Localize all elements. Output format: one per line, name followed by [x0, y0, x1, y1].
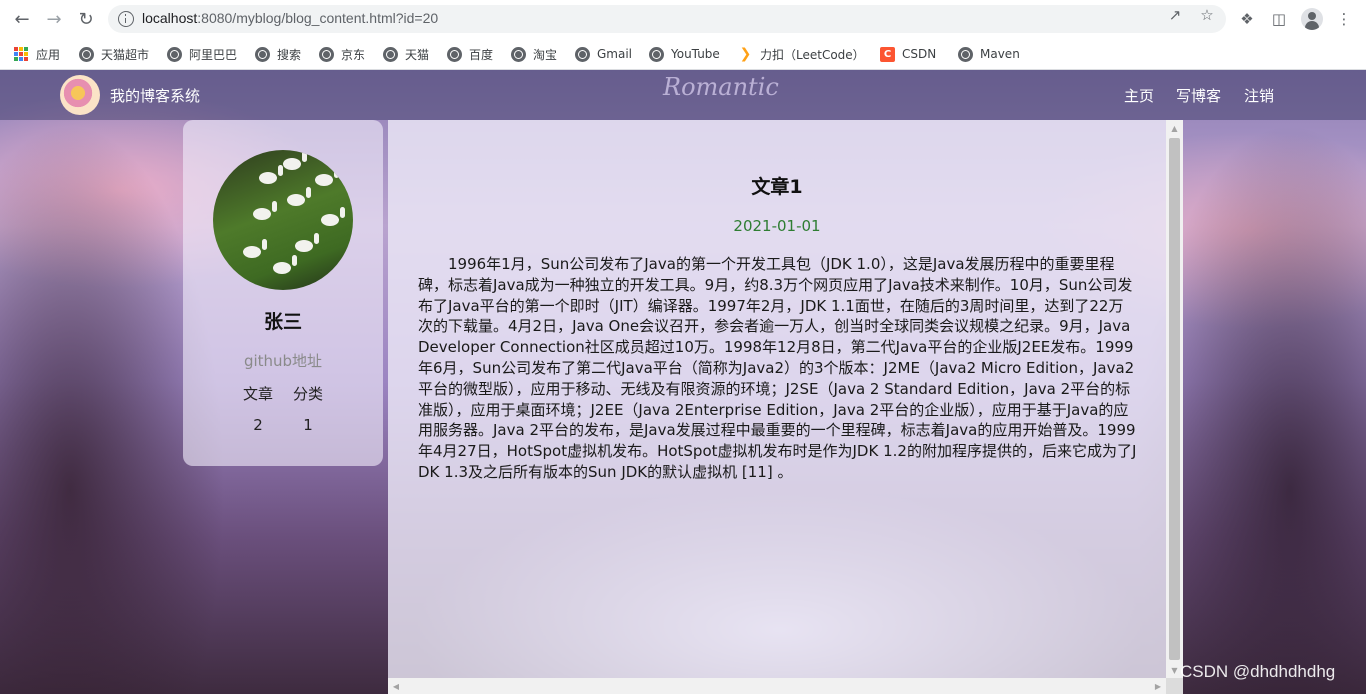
side-panel-icon[interactable]: ◫ [1269, 9, 1289, 29]
bookmark-label: CSDN [902, 47, 937, 61]
globe-icon [958, 46, 973, 62]
bookmark-label: 淘宝 [533, 47, 558, 62]
url-host: localhost [142, 10, 198, 26]
bookmark-search[interactable]: 搜索 [255, 44, 301, 64]
bookmark-label: 搜索 [277, 47, 302, 62]
scroll-right-arrow-icon[interactable]: ▶ [1150, 678, 1166, 694]
bookmark-label: 百度 [469, 47, 494, 62]
bookmark-label: 天猫 [405, 47, 430, 62]
site-logo [60, 75, 100, 115]
vertical-scroll-thumb[interactable] [1169, 138, 1180, 660]
bookmark-label: Gmail [597, 47, 633, 61]
goose-shape [273, 255, 297, 274]
bookmark-jd[interactable]: 京东 [319, 44, 365, 64]
address-bar[interactable]: localhost:8080/myblog/blog_content.html?… [108, 5, 1226, 33]
bookmark-apps[interactable]: 应用 [14, 44, 60, 64]
globe-icon [575, 46, 590, 62]
goose-shape [321, 207, 345, 226]
browser-toolbar: ← → ↻ localhost:8080/myblog/blog_content… [0, 0, 1366, 38]
bookmarks-bar: 应用 天猫超市 阿里巴巴 搜索 京东 天猫 百度 淘宝 Gmail YouTub… [0, 38, 1366, 70]
stat-label-categories: 分类 [292, 385, 323, 403]
reload-icon[interactable]: ↻ [74, 7, 98, 31]
globe-icon [447, 46, 462, 62]
apps-grid-icon [14, 46, 29, 62]
stat-label-articles: 文章 [242, 385, 273, 403]
nav-link-write-blog[interactable]: 写博客 [1176, 85, 1221, 106]
bookmark-taobao[interactable]: 淘宝 [511, 44, 557, 64]
github-link[interactable]: github地址 [183, 350, 383, 371]
globe-icon [319, 46, 334, 62]
site-info-icon[interactable] [118, 11, 134, 27]
goose-shape [259, 165, 283, 184]
bookmark-star-icon[interactable]: ☆ [1198, 6, 1216, 24]
csdn-watermark: CSDN @dhdhdhdhg [1180, 662, 1336, 681]
address-url[interactable]: localhost:8080/myblog/blog_content.html?… [142, 10, 438, 26]
site-navbar: 我的博客系统 Romantic 主页 写博客 注销 [0, 70, 1366, 120]
bookmark-label: YouTube [671, 47, 720, 61]
bookmark-leetcode[interactable]: ❯ 力扣（LeetCode） [738, 44, 865, 64]
user-name: 张三 [263, 311, 302, 333]
article-card: 文章1 2021-01-01 1996年1月，Sun公司发布了Java的第一个开… [388, 120, 1183, 694]
extensions-puzzle-icon[interactable]: ❖ [1237, 9, 1257, 29]
globe-icon [255, 46, 270, 62]
bookmark-alibaba[interactable]: 阿里巴巴 [167, 44, 237, 64]
csdn-icon: C [880, 46, 895, 62]
goose-shape [253, 201, 277, 220]
bookmark-label: 力扣（LeetCode） [760, 47, 865, 62]
bookmark-tmall-market[interactable]: 天猫超市 [79, 44, 149, 64]
globe-icon [511, 46, 526, 62]
menu-kebab-icon[interactable]: ⋮ [1334, 9, 1354, 29]
back-arrow-icon[interactable]: ← [10, 7, 34, 31]
stat-value-categories: 1 [303, 416, 313, 434]
article-title: 文章1 [751, 176, 803, 198]
bookmark-label: Maven [980, 47, 1020, 61]
bookmark-gmail[interactable]: Gmail [575, 44, 632, 64]
user-avatar [213, 150, 353, 290]
globe-icon [383, 46, 398, 62]
article-date: 2021-01-01 [733, 217, 821, 235]
bookmark-label: 阿里巴巴 [189, 47, 238, 62]
globe-icon [167, 46, 182, 62]
bookmark-label: 应用 [36, 47, 61, 62]
profile-avatar-icon[interactable] [1301, 8, 1323, 30]
globe-icon [649, 46, 664, 62]
forward-arrow-icon[interactable]: → [42, 7, 66, 31]
bookmark-label: 天猫超市 [101, 47, 150, 62]
nav-link-logout[interactable]: 注销 [1244, 85, 1274, 106]
nav-link-home[interactable]: 主页 [1124, 85, 1154, 106]
url-path: :8080/myblog/blog_content.html?id=20 [197, 10, 439, 26]
user-info-card: 张三 github地址 文章 分类 2 1 [183, 120, 383, 466]
bookmark-youtube[interactable]: YouTube [649, 44, 720, 64]
stat-value-articles: 2 [253, 416, 263, 434]
site-title: 我的博客系统 [110, 87, 201, 105]
bookmark-label: 京东 [341, 47, 366, 62]
bookmark-tmall[interactable]: 天猫 [383, 44, 429, 64]
horizontal-scrollbar[interactable]: ◀ ▶ [388, 678, 1166, 694]
scroll-up-arrow-icon[interactable]: ▲ [1166, 120, 1183, 137]
vertical-scrollbar[interactable]: ▲ ▼ [1166, 120, 1183, 680]
goose-shape [283, 151, 307, 170]
bookmark-maven[interactable]: Maven [958, 44, 1020, 64]
article-body: 1996年1月，Sun公司发布了Java的第一个开发工具包（JDK 1.0），这… [418, 255, 1137, 481]
page-background: 我的博客系统 Romantic 主页 写博客 注销 张三 github地址 文章… [0, 70, 1366, 694]
leetcode-icon: ❯ [739, 46, 752, 62]
bookmark-csdn[interactable]: C CSDN [880, 44, 936, 64]
scroll-left-arrow-icon[interactable]: ◀ [388, 678, 404, 694]
bookmark-baidu[interactable]: 百度 [447, 44, 493, 64]
globe-icon [79, 46, 94, 62]
banner-text: Romantic [663, 73, 779, 101]
goose-shape [287, 187, 311, 206]
share-icon[interactable]: ↗ [1166, 6, 1184, 24]
goose-shape [243, 239, 267, 258]
goose-shape [295, 233, 319, 252]
goose-shape [315, 167, 339, 186]
